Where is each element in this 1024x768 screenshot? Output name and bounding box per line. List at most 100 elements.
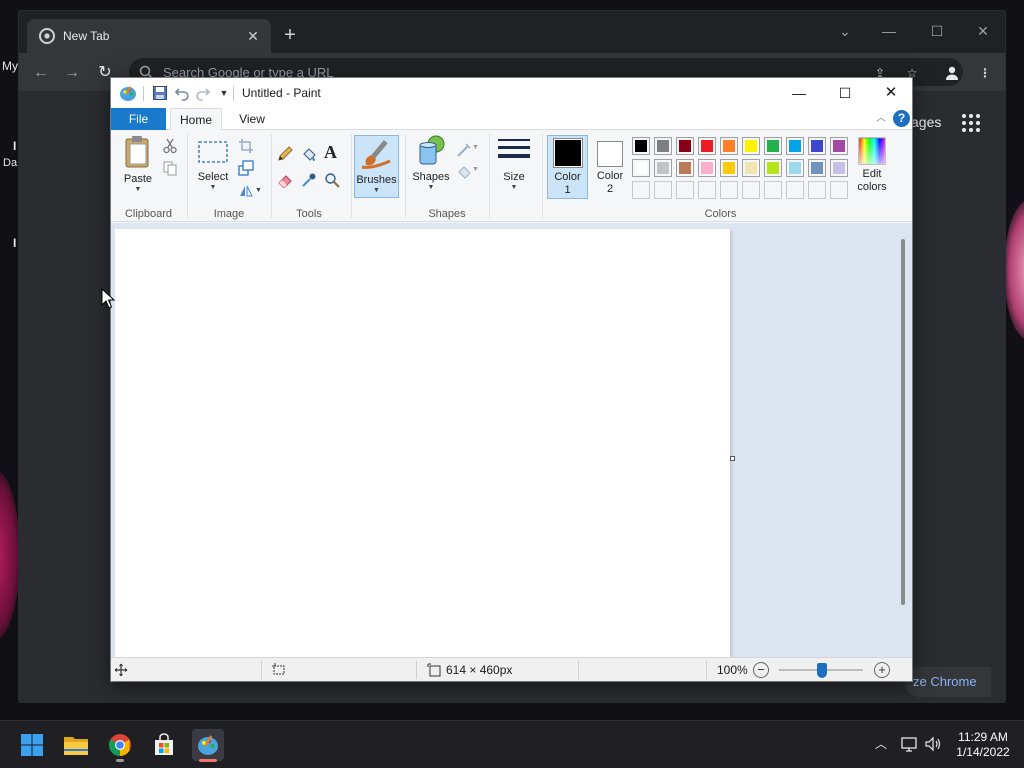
palette-swatch[interactable] bbox=[786, 181, 804, 199]
paint-app-icon[interactable] bbox=[119, 84, 137, 102]
resize-icon[interactable] bbox=[238, 160, 254, 176]
back-arrow-icon[interactable]: ← bbox=[30, 62, 52, 84]
forward-arrow-icon[interactable]: → bbox=[61, 62, 83, 84]
zoom-slider-thumb[interactable] bbox=[817, 663, 827, 678]
network-icon[interactable] bbox=[900, 735, 918, 753]
canvas-resize-handle[interactable] bbox=[730, 456, 735, 461]
taskbar-microsoft-store[interactable] bbox=[148, 729, 180, 761]
color-1-button[interactable]: Color 1 bbox=[547, 135, 588, 199]
tab-home[interactable]: Home bbox=[170, 108, 222, 131]
palette-swatch[interactable] bbox=[764, 181, 782, 199]
outline-icon[interactable] bbox=[456, 142, 472, 158]
brushes-button[interactable]: Brushes ▼ bbox=[354, 135, 399, 198]
zoom-in-button[interactable]: + bbox=[874, 662, 890, 678]
palette-swatch[interactable] bbox=[830, 181, 848, 199]
palette-swatch[interactable] bbox=[654, 137, 672, 155]
palette-swatch[interactable] bbox=[764, 159, 782, 177]
palette-swatch[interactable] bbox=[654, 181, 672, 199]
help-icon[interactable]: ? bbox=[893, 110, 910, 127]
palette-swatch[interactable] bbox=[786, 137, 804, 155]
customize-chrome-button[interactable]: ze Chrome bbox=[905, 667, 991, 697]
palette-swatch[interactable] bbox=[808, 159, 826, 177]
crop-icon[interactable] bbox=[238, 138, 254, 154]
rotate-icon[interactable] bbox=[238, 182, 254, 198]
palette-swatch[interactable] bbox=[720, 137, 738, 155]
vertical-scrollbar[interactable] bbox=[901, 239, 905, 605]
maximize-icon[interactable]: ☐ bbox=[917, 17, 957, 45]
new-tab-button[interactable]: + bbox=[279, 25, 301, 47]
desktop-icon-label[interactable]: I bbox=[13, 236, 16, 250]
desktop-icon-label[interactable]: My bbox=[2, 59, 18, 73]
eraser-icon[interactable] bbox=[277, 172, 293, 188]
tab-file[interactable]: File bbox=[111, 108, 166, 130]
close-icon[interactable]: ✕ bbox=[963, 17, 1003, 45]
palette-swatch[interactable] bbox=[676, 137, 694, 155]
taskbar-paint[interactable] bbox=[192, 729, 224, 761]
tab-search-icon[interactable]: ⌄ bbox=[825, 17, 865, 45]
pencil-icon[interactable] bbox=[277, 146, 293, 162]
maximize-icon[interactable]: ☐ bbox=[822, 78, 868, 108]
copy-icon[interactable] bbox=[162, 160, 178, 176]
chrome-tab-new-tab[interactable]: New Tab ✕ bbox=[27, 19, 271, 53]
drawing-canvas[interactable] bbox=[115, 229, 730, 657]
palette-swatch[interactable] bbox=[742, 159, 760, 177]
palette-swatch[interactable] bbox=[720, 181, 738, 199]
palette-swatch[interactable] bbox=[808, 181, 826, 199]
color-picker-icon[interactable] bbox=[301, 172, 317, 188]
palette-swatch[interactable] bbox=[764, 137, 782, 155]
select-button[interactable]: Select ▼ bbox=[193, 134, 233, 198]
palette-swatch[interactable] bbox=[808, 137, 826, 155]
minimize-icon[interactable]: — bbox=[869, 17, 909, 45]
dropdown-caret-icon[interactable]: ▼ bbox=[255, 187, 262, 195]
chrome-menu-icon[interactable]: ⋮ bbox=[974, 62, 996, 84]
profile-icon[interactable] bbox=[941, 62, 963, 84]
customize-quick-access-icon[interactable]: ▼ bbox=[216, 85, 232, 101]
dropdown-caret-icon[interactable]: ▼ bbox=[472, 166, 479, 174]
start-button[interactable] bbox=[16, 729, 48, 761]
fill-bucket-icon[interactable] bbox=[301, 146, 317, 162]
images-link[interactable]: ages bbox=[911, 114, 941, 130]
redo-icon[interactable] bbox=[195, 85, 211, 101]
cut-icon[interactable] bbox=[162, 138, 178, 154]
palette-swatch[interactable] bbox=[720, 159, 738, 177]
zoom-out-button[interactable]: − bbox=[753, 662, 769, 678]
palette-swatch[interactable] bbox=[742, 137, 760, 155]
palette-swatch[interactable] bbox=[698, 159, 716, 177]
apps-grid-icon[interactable] bbox=[961, 113, 981, 133]
tab-view[interactable]: View bbox=[228, 108, 276, 130]
close-tab-icon[interactable]: ✕ bbox=[245, 28, 261, 45]
dropdown-caret-icon[interactable]: ▼ bbox=[472, 144, 479, 152]
shapes-button[interactable]: Shapes ▼ bbox=[410, 134, 452, 198]
palette-swatch[interactable] bbox=[632, 137, 650, 155]
desktop-icon-label[interactable]: I bbox=[13, 139, 16, 153]
palette-swatch[interactable] bbox=[676, 159, 694, 177]
palette-swatch[interactable] bbox=[786, 159, 804, 177]
volume-icon[interactable] bbox=[924, 735, 942, 753]
color-2-button[interactable]: Color 2 bbox=[590, 135, 630, 199]
minimize-icon[interactable]: — bbox=[776, 78, 822, 108]
system-clock[interactable]: 11:29 AM 1/14/2022 bbox=[950, 730, 1016, 760]
text-tool-icon[interactable]: A bbox=[324, 143, 340, 161]
palette-swatch[interactable] bbox=[676, 181, 694, 199]
palette-swatch[interactable] bbox=[698, 181, 716, 199]
edit-colors-button[interactable]: Edit colors bbox=[851, 135, 893, 199]
palette-swatch[interactable] bbox=[742, 181, 760, 199]
taskbar-file-explorer[interactable] bbox=[60, 729, 92, 761]
collapse-ribbon-icon[interactable]: ︿ bbox=[874, 112, 888, 126]
palette-swatch[interactable] bbox=[830, 159, 848, 177]
save-icon[interactable] bbox=[152, 85, 168, 101]
undo-icon[interactable] bbox=[174, 85, 190, 101]
palette-swatch[interactable] bbox=[654, 159, 672, 177]
desktop-icon-label[interactable]: Da bbox=[3, 157, 17, 169]
magnifier-icon[interactable] bbox=[324, 172, 340, 188]
close-icon[interactable]: ✕ bbox=[868, 78, 914, 108]
paste-button[interactable]: Paste ▼ bbox=[117, 134, 159, 198]
palette-swatch[interactable] bbox=[698, 137, 716, 155]
palette-swatch[interactable] bbox=[632, 181, 650, 199]
taskbar-chrome[interactable] bbox=[104, 729, 136, 761]
palette-swatch[interactable] bbox=[632, 159, 650, 177]
palette-swatch[interactable] bbox=[830, 137, 848, 155]
fill-icon[interactable] bbox=[456, 164, 472, 180]
size-button[interactable]: Size ▼ bbox=[494, 134, 534, 198]
show-hidden-icons-icon[interactable]: ︿ bbox=[872, 735, 890, 753]
